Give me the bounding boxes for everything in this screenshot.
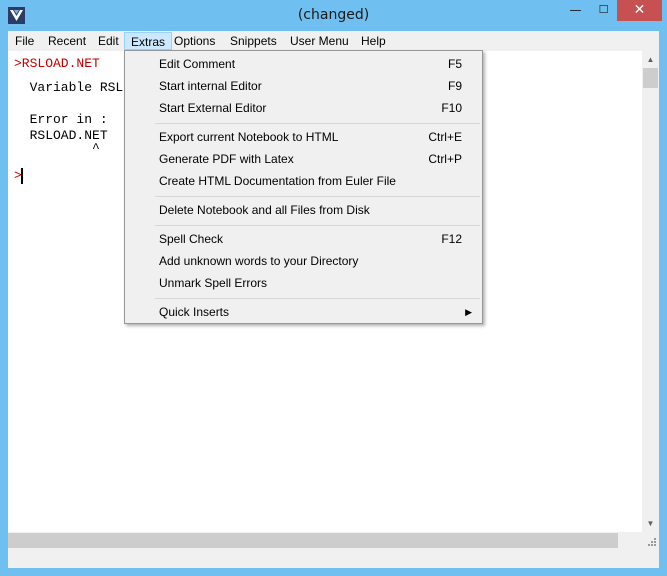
output-line-error: Error in : [14,112,108,127]
menu-edit[interactable]: Edit [92,32,125,50]
menu-edit-label: Edit [98,34,119,48]
menu-item-label: Start internal Editor [159,79,262,93]
menu-user-menu[interactable]: User Menu [284,32,355,50]
scroll-down-icon[interactable]: ▼ [642,515,659,532]
menu-item-label: Delete Notebook and all Files from Disk [159,203,370,217]
menu-item-spell-check[interactable]: Spell Check F12 [127,228,480,250]
menu-extras[interactable]: Extras [124,32,173,50]
horizontal-scrollbar[interactable] [8,532,642,549]
menu-item-label: Unmark Spell Errors [159,276,268,290]
output-line-caret: ^ [14,141,100,156]
menu-file-label: File [15,34,35,48]
menu-item-quick-inserts[interactable]: Quick Inserts ▶ [127,301,480,323]
menu-item-export-html[interactable]: Export current Notebook to HTML Ctrl+E [127,126,480,148]
menu-item-add-unknown-words[interactable]: Add unknown words to your Directory [127,250,480,272]
menu-item-shortcut: F10 [441,101,462,115]
menu-user-menu-label: User Menu [290,34,349,48]
menu-item-unmark-spell-errors[interactable]: Unmark Spell Errors [127,272,480,294]
menu-item-label: Start External Editor [159,101,267,115]
menu-item-label: Quick Inserts [159,305,230,319]
menu-item-label: Create HTML Documentation from Euler Fil… [159,174,396,188]
menu-item-start-external-editor[interactable]: Start External Editor F10 [127,97,480,119]
menu-separator [155,123,480,124]
menu-item-delete-notebook[interactable]: Delete Notebook and all Files from Disk [127,199,480,221]
menu-item-shortcut: F9 [447,79,462,93]
submenu-arrow-icon: ▶ [465,307,472,317]
menu-help-label: Help [361,34,386,48]
menu-item-label: Export current Notebook to HTML [159,130,339,144]
title-bar[interactable]: (changed) — ☐ ✕ [0,0,667,31]
grip-dots-icon [648,538,656,546]
close-button[interactable]: ✕ [617,0,662,21]
menu-bar: File Recent Edit Extras Options Snippets… [8,31,659,52]
extras-dropdown-menu: Edit Comment F5 Start internal Editor F9… [124,50,483,324]
menu-file[interactable]: File [9,32,40,50]
output-line-variable: Variable RSL [14,80,124,95]
scroll-up-icon[interactable]: ▲ [642,51,659,68]
menu-snippets-label: Snippets [230,34,277,48]
menu-item-label: Spell Check [159,232,224,246]
menu-item-label: Edit Comment [159,57,236,71]
vertical-scrollbar[interactable]: ▲ ▼ [642,51,659,532]
menu-snippets[interactable]: Snippets [224,32,283,50]
menu-item-label: Generate PDF with Latex [159,152,294,166]
text-cursor [21,168,23,184]
menu-separator [155,298,480,299]
menu-options[interactable]: Options [168,32,221,50]
menu-options-label: Options [174,34,216,48]
menu-item-start-internal-editor[interactable]: Start internal Editor F9 [127,75,480,97]
minimize-button[interactable]: — [562,0,589,21]
menu-item-shortcut: F12 [441,232,462,246]
menu-item-label: Add unknown words to your Directory [159,254,359,268]
menu-item-create-html-doc[interactable]: Create HTML Documentation from Euler Fil… [127,170,480,192]
menu-help[interactable]: Help [355,32,392,50]
menu-separator [155,225,480,226]
horizontal-scroll-thumb[interactable] [8,533,618,548]
menu-separator [155,196,480,197]
menu-item-shortcut: Ctrl+P [428,152,462,166]
menu-recent-label: Recent [48,34,87,48]
status-strip [8,549,659,568]
menu-item-edit-comment[interactable]: Edit Comment F5 [127,53,480,75]
menu-item-generate-pdf[interactable]: Generate PDF with Latex Ctrl+P [127,148,480,170]
app-window: (changed) — ☐ ✕ File Recent Edit Extras … [0,0,667,576]
maximize-button[interactable]: ☐ [590,0,617,21]
command-line[interactable]: >RSLOAD.NET [14,56,100,72]
resize-grip-icon[interactable] [642,532,659,549]
menu-recent[interactable]: Recent [42,32,92,50]
menu-extras-label: Extras [131,35,166,49]
vertical-scroll-thumb[interactable] [643,68,658,88]
menu-item-shortcut: Ctrl+E [428,130,462,144]
menu-item-shortcut: F5 [447,57,462,71]
